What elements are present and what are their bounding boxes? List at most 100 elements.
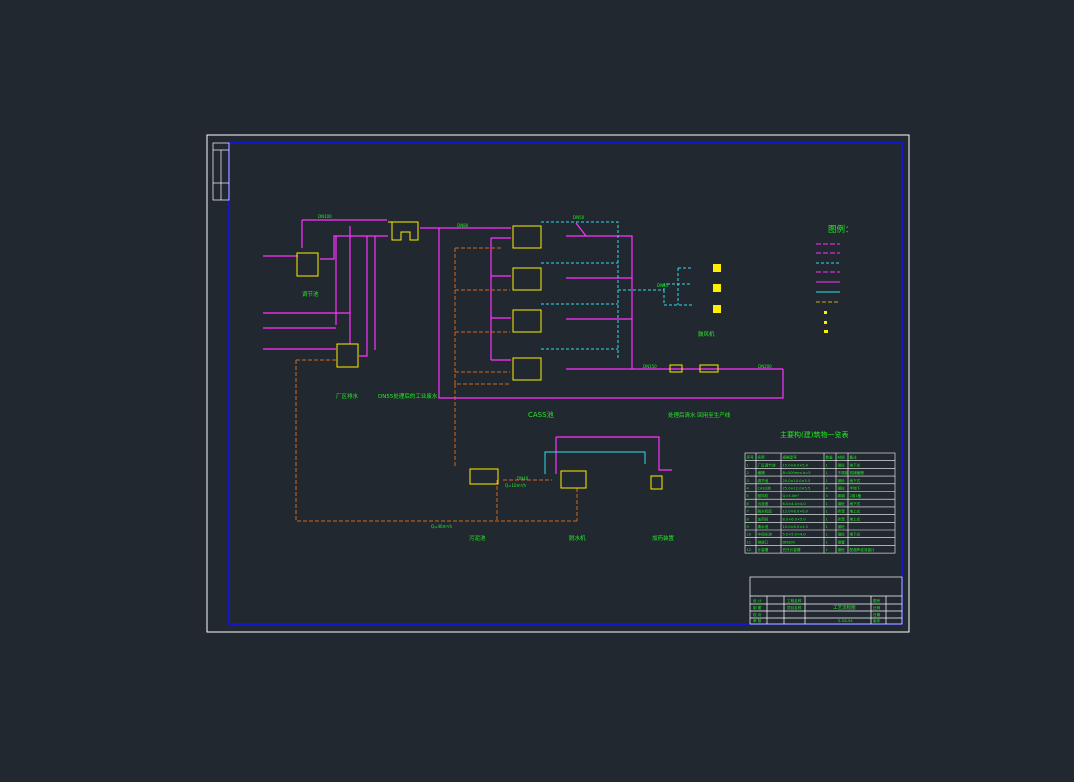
cad-viewport[interactable]: 图例： 调节池 厂区排水 DN55处理后的工业废水 CASS池 处理后清水 回用… <box>0 0 1074 778</box>
title-cell: 项目名称 <box>787 605 802 610</box>
title-row-label: 审 核 <box>753 618 762 623</box>
table-cell: 25.0×12.0×5.5 <box>783 487 811 491</box>
title-cell: 图号 <box>873 598 881 603</box>
pipe-label-dn150: DN150 <box>643 364 657 369</box>
title-cell: 比例 <box>873 605 881 610</box>
table-cell: 2 <box>747 471 749 475</box>
table-cell: 钢砼 <box>838 462 846 467</box>
pipe-label-dn50: DN50 <box>573 215 585 220</box>
regulating-tank <box>296 252 319 277</box>
table-cell: 砖混 <box>838 516 846 521</box>
table-cell: 12 <box>747 548 752 552</box>
table-cell: 地下式 <box>850 532 861 537</box>
table-cell: 格栅 <box>758 470 766 475</box>
table-cell: 1 <box>826 463 828 467</box>
table-cell: 地下式 <box>850 501 861 506</box>
table-cell: 碳钢 <box>838 493 846 498</box>
grid-well <box>388 221 419 241</box>
table-cell: 调节池 <box>758 478 769 483</box>
process-lines-magenta <box>263 219 784 474</box>
table-cell: 1 <box>826 502 828 506</box>
pipe-label-dn80: DN80 <box>457 223 469 228</box>
table-cell: 9 <box>747 525 750 529</box>
table-cell: 4 <box>826 487 829 491</box>
table-title: 主要构(建)筑物一览表 <box>780 430 848 439</box>
table-header-cell: 序号 <box>747 455 755 460</box>
table-cell: 7 <box>747 510 749 514</box>
table-cell: 1 <box>826 540 828 544</box>
table-cell: 5 <box>747 494 749 498</box>
pipe-label-dn65: DN65 <box>657 283 669 288</box>
blower-2 <box>713 284 721 292</box>
cass-tank-1 <box>512 225 542 249</box>
table-cell: 1 <box>826 525 828 529</box>
table-cell: 加药间 <box>758 516 769 521</box>
table-cell: 6.0×4.0×4.0 <box>783 502 807 506</box>
table-cell: 1 <box>826 548 828 552</box>
label-sludge-tank: 污泥池 <box>469 534 486 542</box>
table-cell: 10 <box>747 533 752 537</box>
legend-marks <box>824 311 828 333</box>
air-lines-cyan <box>541 221 692 358</box>
table-cell: 12.0×8.0×6.0 <box>783 510 809 514</box>
pipe-label-dn200: DN200 <box>758 364 772 369</box>
cass-tank-3 <box>512 309 542 333</box>
table-cell: 厂区调节池 <box>758 462 776 467</box>
table-cell: 排放口 <box>758 539 769 544</box>
table-header-cell: 数量 <box>826 455 834 460</box>
title-row-label: 设 计 <box>753 598 762 603</box>
drawing-canvas[interactable]: 图例： 调节池 厂区排水 DN55处理后的工业废水 CASS池 处理后清水 回用… <box>0 0 1074 778</box>
table-header-cell: 名称 <box>758 455 766 460</box>
table-cell: DN300 <box>783 540 796 544</box>
label-plant-drain: 厂区排水 <box>336 392 359 400</box>
table-cell: 1 <box>826 479 828 483</box>
table-cell: 地下式 <box>850 478 861 483</box>
table-cell: 砖混 <box>838 509 846 514</box>
title-block: 设 计 制 图 校 对 审 核 工程名称 项目名称 图号 比例 日期 版本 工艺… <box>749 576 903 625</box>
table-cell: 1 <box>826 471 828 475</box>
table-cell: 半地下 <box>850 486 861 491</box>
table-cell: 地上式 <box>850 516 861 521</box>
legend-title: 图例： <box>828 224 854 235</box>
label-treated-water: 处理后清水 回用至生产线 <box>668 411 731 419</box>
table-cell: 6 <box>747 502 750 506</box>
water-line-cyan <box>544 451 646 474</box>
drawing-number: S-GS-04 <box>838 619 853 623</box>
table-cell: 8.0×6.0×5.0 <box>783 517 807 521</box>
sludge-lines-brown <box>295 247 578 522</box>
drawing-title: 工艺流程图 <box>833 604 856 611</box>
table-cell: 5.0×5.0×4.0 <box>783 533 807 537</box>
label-cass-tank: CASS池 <box>528 410 554 419</box>
binding-strip <box>212 142 230 201</box>
table-cell: 钢砼 <box>838 478 846 483</box>
table-cell: 钢砼 <box>838 501 846 506</box>
cass-tank-2 <box>512 267 542 291</box>
table-cell: 3 <box>826 494 828 498</box>
sheet-outer-border <box>206 134 910 633</box>
pipe-label-dn100: DN100 <box>318 214 332 219</box>
table-cell: 钢砼 <box>838 486 846 491</box>
equipment-table: 主要构(建)筑物一览表 序号 名称 规格型号 数量 材质 备注 1 厂区调节池 15.0×8.0… <box>744 430 896 554</box>
label-regulating-tank: 调节池 <box>302 290 319 298</box>
table-cell: 污泥池 <box>758 501 769 506</box>
table-cell: B=500mm b=5 <box>783 471 811 475</box>
table-header-cell: 材质 <box>838 455 846 460</box>
cass-tank-4 <box>512 357 542 381</box>
table-cell: 钢管 <box>838 539 846 544</box>
table-cell: 巴氏计量槽 <box>783 547 801 552</box>
table-cell: 3 <box>747 479 749 483</box>
table-cell: 中间水池 <box>758 532 773 537</box>
table-cell: 10.0×8.0×4.5 <box>783 525 808 529</box>
table-cell: 机械格栅 <box>850 470 865 475</box>
table-cell: 1 <box>826 533 828 537</box>
table-header-cell: 规格型号 <box>783 455 798 460</box>
table-cell: Q=5.0m³ <box>783 494 800 498</box>
table-cell: 不锈钢 <box>838 470 849 475</box>
label-dewatering: 脱水机 <box>569 534 586 542</box>
label-industrial-wastewater: DN55处理后的工业废水 <box>378 392 438 400</box>
collection-tank <box>336 343 359 368</box>
table-cell: 地上式 <box>850 509 861 514</box>
table-cell: 钢砼 <box>838 532 846 537</box>
pipe-label-dn40: DN40 <box>517 476 529 481</box>
table-cell: 20.0×10.0×5.5 <box>783 479 811 483</box>
